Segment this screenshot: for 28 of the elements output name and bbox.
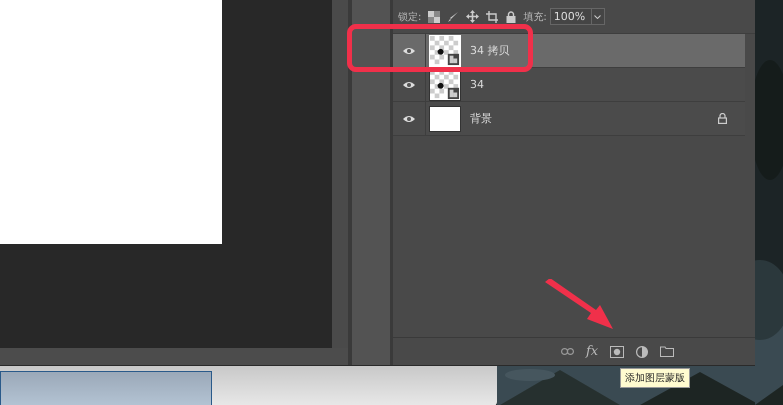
layer-name: 34 xyxy=(470,78,484,91)
fill-label: 填充: xyxy=(523,10,547,24)
fx-button[interactable]: fx xyxy=(586,344,598,359)
tooltip: 添加图层蒙版 xyxy=(620,368,690,388)
fill-field[interactable]: 100% xyxy=(550,8,592,25)
adjustment-icon[interactable] xyxy=(636,346,648,358)
horizontal-scrollbar[interactable] xyxy=(0,348,348,365)
eye-icon[interactable] xyxy=(403,46,415,54)
vertical-scrollbar[interactable] xyxy=(332,0,348,348)
lock-transparent-icon[interactable] xyxy=(428,10,440,22)
pointer-arrow xyxy=(543,279,615,331)
move-icon[interactable] xyxy=(466,10,480,23)
mask-icon[interactable] xyxy=(610,346,624,358)
chevron-icon xyxy=(594,14,602,18)
brush-icon[interactable] xyxy=(447,10,460,22)
layer-name: 34 拷贝 xyxy=(470,43,510,58)
lock-icon[interactable] xyxy=(506,10,516,22)
dropdown-button[interactable] xyxy=(592,8,605,25)
lock-label: 锁定: xyxy=(398,10,422,24)
layer-name: 背景 xyxy=(470,111,492,126)
eye-icon[interactable] xyxy=(403,80,415,88)
eye-icon[interactable] xyxy=(403,114,415,122)
folder-icon[interactable] xyxy=(660,346,674,357)
layer-thumbnail xyxy=(429,106,461,132)
crop-icon[interactable] xyxy=(486,10,500,22)
layer-row[interactable]: 背景 xyxy=(393,102,745,136)
link-icon[interactable] xyxy=(561,348,574,355)
layer-row[interactable]: 34 拷贝 xyxy=(393,34,745,68)
